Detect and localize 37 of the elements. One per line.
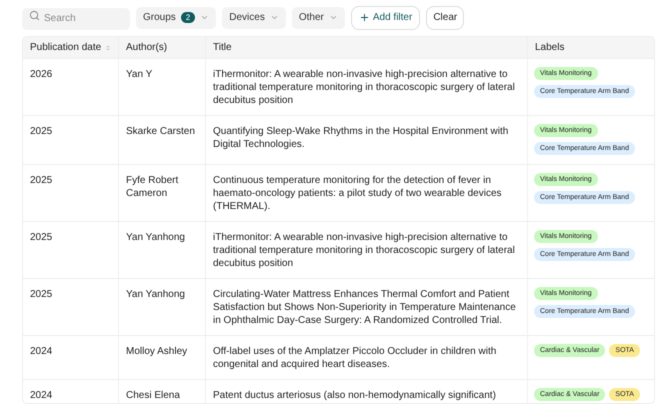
table-cell-text: 2024 xyxy=(30,345,54,358)
table-cell-text: Off-label uses of the Amplatzer Piccolo Occluder in children with congenital and acquired heart diseases. xyxy=(213,345,498,371)
chevron-icon xyxy=(328,13,338,22)
table-cell-text: 2026 xyxy=(30,68,54,81)
table-cell-text: Continuous temperature monitoring for the detection of fever in haemato-oncology patients: a pilot study of two wearable devices (THERMAL). xyxy=(213,174,503,213)
table-cell-text: Yan Y xyxy=(126,68,154,81)
column-header: Labels xyxy=(534,41,566,55)
search-field[interactable]: Search xyxy=(22,8,130,30)
chevron-icon xyxy=(200,13,210,22)
count-badge: 2 xyxy=(180,12,196,23)
table-cell-text: 2024 xyxy=(30,389,54,402)
table-cell-text: Circulating-Water Mattress Enhances Thermal Comfort and Patient Satisfaction but Shows Non-Superiority in Temperature Maintenance in Ophthalmic Day-Case Surgery: A Randomized Controlled Trial. xyxy=(213,288,517,327)
filter-dropdown[interactable]: Other xyxy=(292,6,345,28)
column-header: Author(s) xyxy=(119,37,206,58)
table-cell-text: 2025 xyxy=(30,125,54,138)
table-cell-text: 2025 xyxy=(30,174,54,187)
table-cell-text: Patent ductus arteriosus (also non-hemodynamically significant) xyxy=(213,389,497,402)
column-header: Title xyxy=(206,37,528,58)
table-cell-text: Quantifying Sleep-Wake Rhythms in the Hospital Environment with Digital Technologies. xyxy=(213,125,510,151)
clear-button[interactable]: Clear xyxy=(426,6,464,30)
table-cell-text: Yan Yanhong xyxy=(126,288,186,301)
table-cell-text: Fyfe Robert Cameron xyxy=(126,174,180,200)
table-cell-text: Molloy Ashley xyxy=(126,345,188,358)
chevron-icon xyxy=(270,13,279,22)
column-header[interactable]: Publication date xyxy=(23,37,119,58)
table-cell-text: iThermonitor: A wearable non-invasive high-precision alternative to traditional temperature monitoring in thoracoscopic surgery of lateral decubitus position xyxy=(213,68,516,107)
filter-dropdown[interactable]: Groups 2 xyxy=(136,6,216,28)
search-icon xyxy=(29,10,40,22)
plus-icon xyxy=(358,12,370,23)
table-cell-text: 2025 xyxy=(30,231,54,244)
add-filter-button[interactable]: Add filter xyxy=(350,6,420,30)
filter-dropdown[interactable]: Devices xyxy=(222,6,286,28)
table-cell-text: Skarke Carsten xyxy=(126,125,196,138)
table-cell-text: iThermonitor: A wearable non-invasive high-precision alternative to traditional temperature monitoring in thoracoscopic surgery of lateral decubitus position xyxy=(213,231,516,270)
table-cell-text: Chesi Elena xyxy=(126,389,181,402)
table-cell-text: 2025 xyxy=(30,288,54,301)
table-cell-text: Yan Yanhong xyxy=(126,231,186,244)
